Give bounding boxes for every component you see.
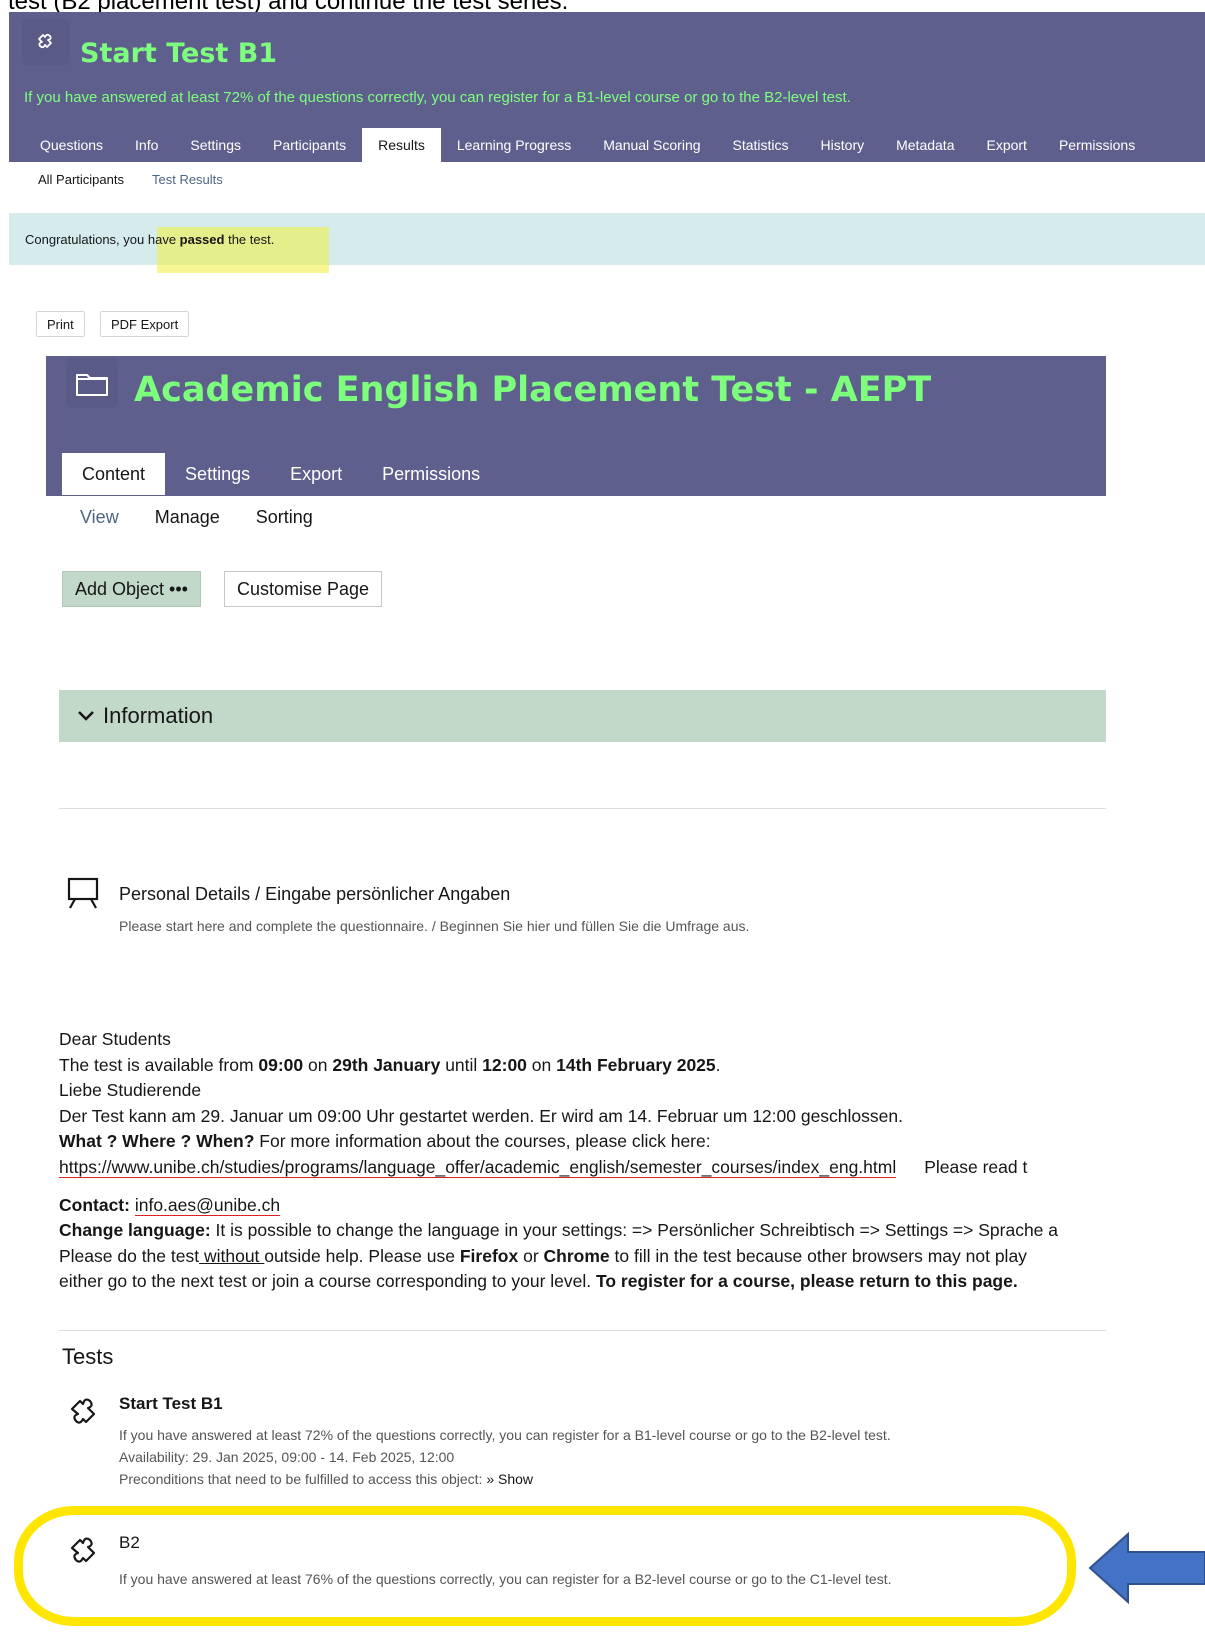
add-object-button[interactable]: Add Object ••• [62,571,201,607]
text-bold: What ? Where ? When? [59,1131,255,1152]
text-line: Change language: It is possible to chang… [59,1218,1106,1244]
tests-heading: Tests [62,1344,114,1369]
tab-course-permissions[interactable]: Permissions [362,453,500,495]
alert-bold: passed [179,232,225,247]
show-preconditions-link[interactable]: » Show [486,1471,533,1487]
subtab-manage[interactable]: Manage [137,507,238,528]
text-span: on [526,1054,557,1075]
tab-course-settings[interactable]: Settings [165,453,270,495]
tab-content[interactable]: Content [62,453,166,495]
puzzle-icon [64,1392,104,1436]
text-bold: 14th February 2025 [556,1054,716,1075]
blue-arrow-annotation [1088,1531,1205,1608]
yellow-circle-annotation [14,1506,1076,1626]
tab-manual-scoring[interactable]: Manual Scoring [587,128,716,162]
test-tabs: Questions Info Settings Participants Res… [24,128,1151,162]
text-bold: Change language: [59,1220,211,1241]
text-bold: 12:00 [482,1054,527,1075]
test-b1-properties: If you have answered at least 72% of the… [119,1424,891,1490]
text-line: Der Test kann am 29. Januar um 09:00 Uhr… [59,1105,903,1126]
tab-participants[interactable]: Participants [257,128,362,162]
chevron-down-icon [77,710,95,722]
tab-results[interactable]: Results [362,128,441,162]
personal-details-description: Please start here and complete the quest… [119,918,750,934]
tab-learning-progress[interactable]: Learning Progress [441,128,587,162]
text-span: For more information about the courses, … [254,1131,711,1152]
tab-settings[interactable]: Settings [174,128,257,162]
divider [59,808,1106,809]
preconditions-label: Preconditions that need to be fulfilled … [119,1471,483,1487]
alert-message: Congratulations, you have passed the tes… [25,232,274,247]
tab-statistics[interactable]: Statistics [717,128,805,162]
text-span: . [715,1054,721,1075]
course-tabs: Content Settings Export Permissions [62,453,500,495]
text-span: It is possible to change the language in… [210,1220,1059,1241]
text-bold: Chrome [543,1245,610,1266]
text-bold: To register for a course, please return … [595,1271,1018,1292]
text-span: outside help. Please use [264,1245,460,1266]
text-line: https://www.unibe.ch/studies/programs/la… [59,1155,1106,1181]
test-b1-description: If you have answered at least 72% of the… [119,1427,891,1443]
tab-metadata[interactable]: Metadata [880,128,970,162]
results-subtabs: All Participants Test Results [24,172,237,187]
alert-prefix: Congratulations, you have [25,232,180,247]
text-line: Contact: info.aes@unibe.ch [59,1193,1106,1219]
tab-info[interactable]: Info [119,128,174,162]
text-span: The test is available from [59,1054,259,1075]
text-line: Dear Students [59,1029,171,1049]
pdf-export-button[interactable]: PDF Export [100,311,190,337]
text-line: Please do the test without outside help.… [59,1244,1106,1270]
subtab-test-results[interactable]: Test Results [138,172,237,187]
text-span: on [303,1054,333,1075]
text-span: until [440,1054,483,1075]
alert-suffix: the test. [224,232,275,247]
course-title: Academic English Placement Test - AEPT [134,370,932,410]
customise-page-button[interactable]: Customise Page [224,571,383,607]
text-span: Please read t [924,1156,1028,1177]
text-bold: 09:00 [258,1054,304,1075]
subtab-sorting[interactable]: Sorting [238,507,331,528]
text-line: The test is available from 09:00 on 29th… [59,1053,1106,1079]
test-b1-availability: Availability: 29. Jan 2025, 09:00 - 14. … [119,1449,455,1465]
divider [59,1330,1106,1331]
test-title: Start Test B1 [80,38,278,69]
test-b1-link[interactable]: Start Test B1 [119,1394,223,1414]
text-span: either go to the next test or join a cou… [59,1271,596,1292]
text-span: Please do the test [59,1245,200,1266]
text-underlined: without [199,1245,265,1266]
text-line: Liebe Studierende [59,1080,202,1101]
text-bold: 29th January [332,1054,441,1075]
print-button[interactable]: Print [36,311,85,337]
test-puzzle-icon [22,19,70,65]
text-span: to fill in the test because other browse… [609,1245,1027,1266]
folder-icon [66,358,118,408]
information-block-header[interactable]: Information [59,690,1106,742]
text-bold: Firefox [459,1245,519,1266]
tab-permissions[interactable]: Permissions [1043,128,1151,162]
test-b1-preconditions: Preconditions that need to be fulfilled … [119,1468,891,1490]
content-subtabs: View Manage Sorting [62,507,331,528]
text-bold: Contact: [59,1194,130,1215]
text-line: What ? Where ? When? For more informatio… [59,1129,1106,1155]
courses-link[interactable]: https://www.unibe.ch/studies/programs/la… [59,1156,897,1178]
subtab-view[interactable]: View [62,507,137,528]
contact-email-link[interactable]: info.aes@unibe.ch [134,1194,281,1216]
personal-details-link[interactable]: Personal Details / Eingabe persönlicher … [119,884,510,905]
information-title: Information [103,703,214,728]
tab-questions[interactable]: Questions [24,128,119,162]
information-text: Dear Students The test is available from… [59,1027,1106,1295]
text-line: either go to the next test or join a cou… [59,1269,1106,1295]
tab-export[interactable]: Export [970,128,1042,162]
text-span: or [518,1245,544,1266]
tab-history[interactable]: History [805,128,881,162]
test-description: If you have answered at least 72% of the… [24,89,851,106]
subtab-all-participants[interactable]: All Participants [24,172,138,187]
survey-icon [66,876,100,914]
tab-course-export[interactable]: Export [270,453,362,495]
